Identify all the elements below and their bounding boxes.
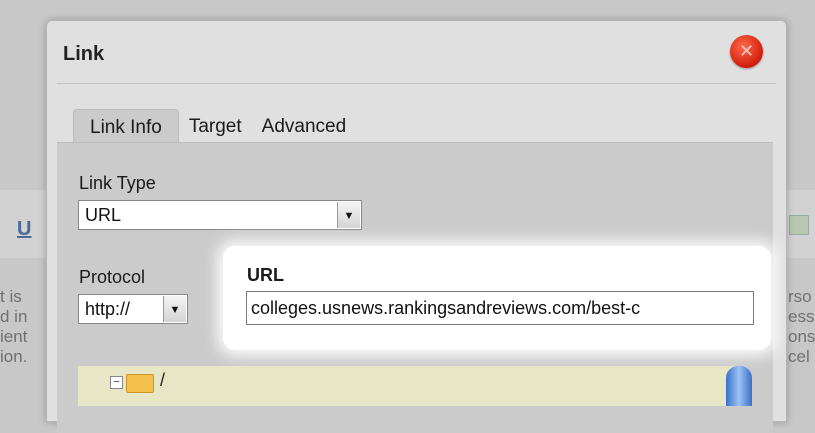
folder-icon[interactable] bbox=[126, 374, 154, 393]
chevron-down-icon[interactable]: ▼ bbox=[337, 202, 360, 228]
scrollbar-thumb[interactable] bbox=[726, 366, 752, 406]
close-icon: ✕ bbox=[738, 41, 755, 61]
collapse-icon[interactable]: − bbox=[110, 376, 123, 389]
link-type-select[interactable]: URL ▼ bbox=[78, 200, 362, 230]
image-icon[interactable] bbox=[789, 215, 809, 235]
tab-link-info[interactable]: Link Info bbox=[73, 109, 179, 143]
tree-root-label[interactable]: / bbox=[160, 370, 165, 391]
tab-bar: Link Info Target Advanced bbox=[73, 109, 357, 143]
url-label: URL bbox=[247, 265, 284, 285]
protocol-select[interactable]: http:// ▼ bbox=[78, 294, 188, 324]
dialog-title: Link bbox=[63, 43, 105, 65]
protocol-label: Protocol bbox=[79, 267, 146, 287]
tab-target[interactable]: Target bbox=[179, 109, 252, 142]
chevron-down-icon[interactable]: ▼ bbox=[163, 296, 186, 322]
link-type-label: Link Type bbox=[79, 173, 156, 193]
title-divider bbox=[57, 83, 776, 84]
background-text-left: t is d in ient ion. bbox=[0, 287, 28, 366]
protocol-value: http:// bbox=[85, 299, 131, 319]
file-tree bbox=[78, 366, 738, 406]
link-type-value: URL bbox=[85, 205, 122, 225]
background-text-right: rso ess ons cel bbox=[788, 287, 815, 366]
tab-advanced[interactable]: Advanced bbox=[252, 109, 357, 142]
underline-button[interactable]: U bbox=[17, 218, 31, 241]
url-input[interactable] bbox=[246, 291, 754, 325]
close-button[interactable]: ✕ bbox=[730, 35, 763, 68]
